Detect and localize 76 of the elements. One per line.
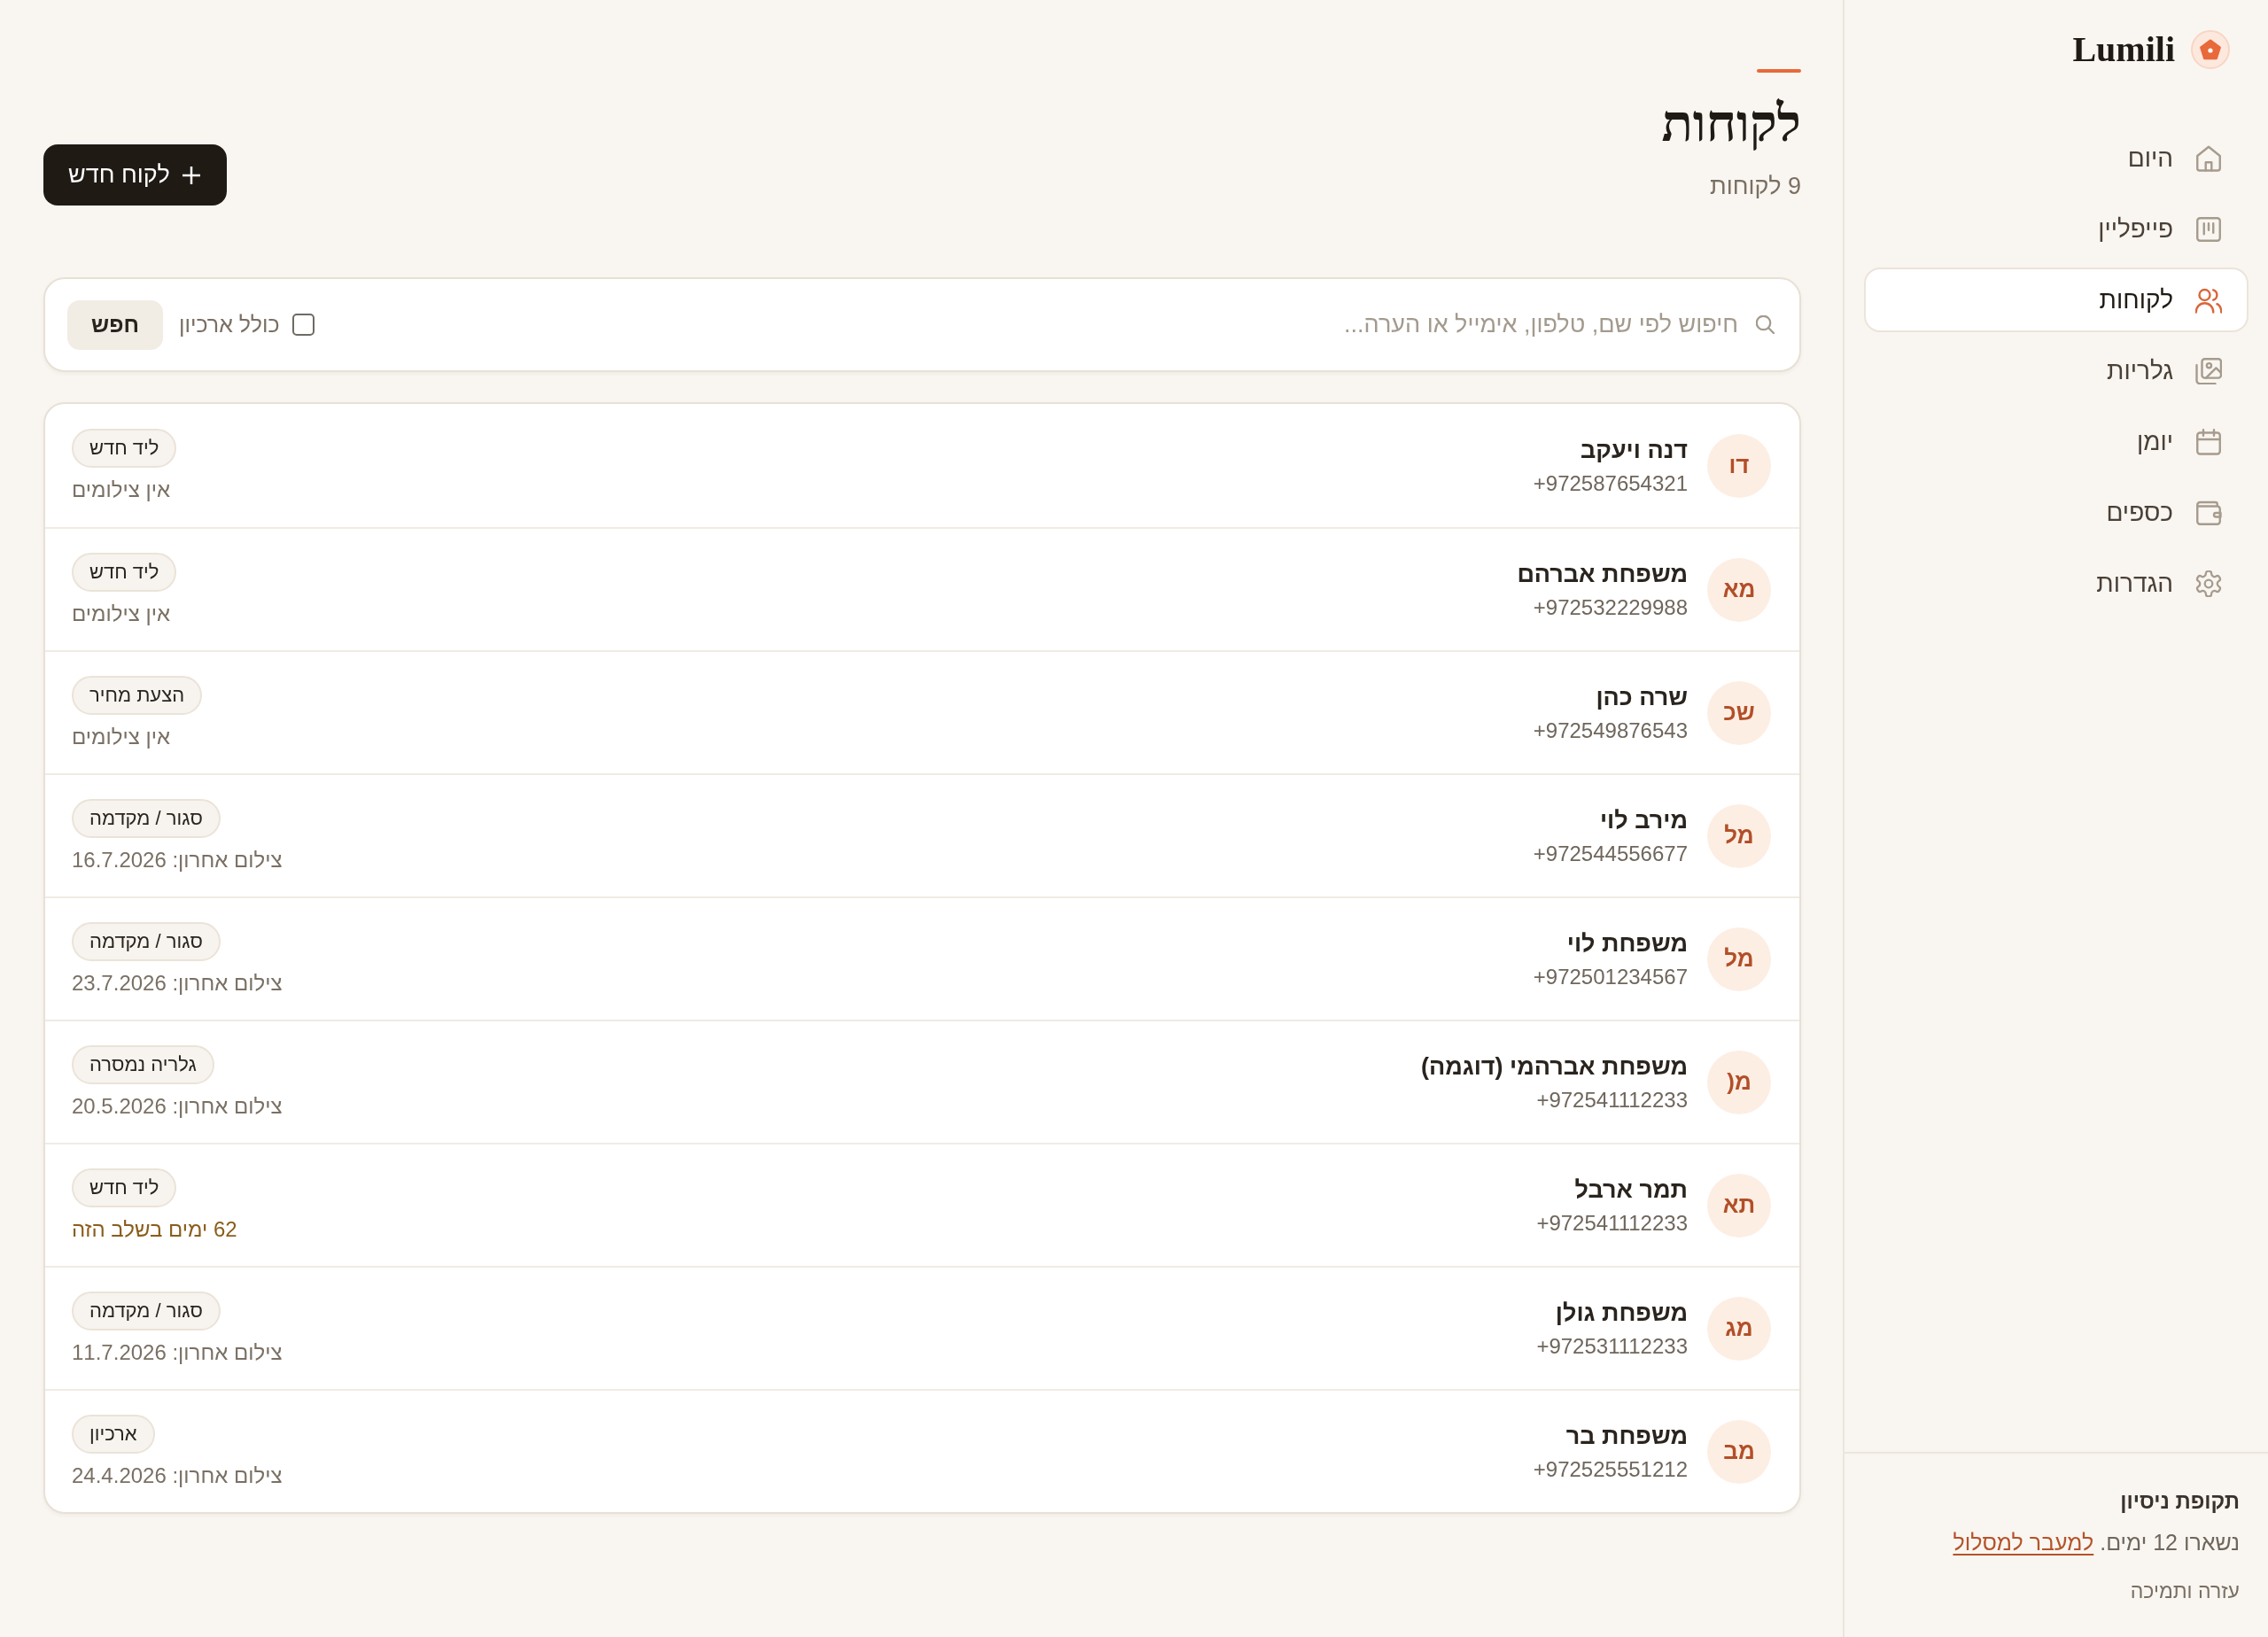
search-icon: [1756, 315, 1775, 334]
stage-tag: ליד חדש: [72, 552, 177, 592]
nav-item[interactable]: יומן: [1864, 409, 2249, 474]
client-phone: +972525551212: [1533, 1455, 1688, 1483]
accent-bar: [1757, 69, 1801, 73]
client-name[interactable]: תמר ארבל: [1574, 1174, 1688, 1205]
initials-avatar: מא: [1707, 557, 1771, 622]
stage-tag: סגור / מקדמה: [72, 1291, 221, 1331]
initials-avatar: מל: [1707, 927, 1771, 991]
stage-tag: ליד חדש: [72, 1168, 177, 1207]
stage-tag: הצעת מחיר: [72, 675, 203, 715]
help-link[interactable]: עזרה ותמיכה: [1862, 1578, 2240, 1604]
users-icon: [2195, 286, 2222, 314]
checkbox-label[interactable]: כולל ארכיון: [178, 312, 280, 337]
client-name[interactable]: משפחת אברהמי (דוגמה): [1420, 1051, 1688, 1082]
initials-avatar: מג: [1707, 1296, 1771, 1361]
checkbox[interactable]: [291, 314, 315, 336]
nav-item[interactable]: גלריות: [1864, 338, 2249, 403]
client-note: צילום אחרון: 23.7.2026: [72, 969, 283, 997]
client-note: אין צילומים: [72, 600, 170, 627]
search-button[interactable]: חפש: [67, 299, 163, 350]
client-phone: +972531112233: [1536, 1332, 1688, 1360]
upgrade-link[interactable]: למעבר למסלול: [1953, 1530, 2094, 1555]
stage-tag: ארכיון: [72, 1414, 155, 1454]
brand-name: Lumili: [2072, 30, 2175, 69]
client-name[interactable]: מירב לוי: [1599, 804, 1688, 835]
client-name[interactable]: משפחת בר: [1565, 1420, 1688, 1451]
initials-avatar: מב: [1707, 1419, 1771, 1484]
stage-tag: סגור / מקדמה: [72, 921, 221, 961]
nav-item[interactable]: כספים: [1864, 480, 2249, 545]
logo-icon: [2191, 30, 2230, 69]
client-note: צילום אחרון: 16.7.2026: [72, 846, 283, 873]
calendar-icon: [2195, 428, 2222, 455]
client-note: צילום אחרון: 11.7.2026: [72, 1338, 283, 1366]
search-bar[interactable]: חיפוש לפי שם, טלפון, אימייל או הערה... כולל ארכיון חפש: [43, 277, 1801, 372]
client-name[interactable]: משפחת לוי: [1566, 927, 1688, 958]
client-phone: +972541112233: [1536, 1086, 1688, 1113]
settings-icon: [2195, 570, 2222, 597]
nav-item[interactable]: הגדרות: [1864, 551, 2249, 616]
initials-avatar: תא: [1707, 1173, 1771, 1237]
wallet-icon: [2195, 499, 2222, 526]
client-note: צילום אחרון: 24.4.2026: [72, 1462, 283, 1489]
initials-avatar: מ(: [1707, 1050, 1771, 1114]
client-note: אין צילומים: [72, 723, 170, 750]
page-title: לקוחות: [1661, 94, 1801, 154]
client-phone: +972544556677: [1533, 840, 1688, 867]
client-name[interactable]: שרה כהן: [1596, 681, 1688, 712]
client-name[interactable]: משפחת גולן: [1555, 1297, 1688, 1328]
new-client-button[interactable]: לקוח חדש: [43, 144, 227, 206]
client-count: 9 לקוחות: [1710, 172, 1801, 201]
plus-icon: [182, 166, 200, 184]
stage-tag: סגור / מקדמה: [72, 798, 221, 838]
client-name[interactable]: דנה ויעקב: [1580, 434, 1688, 465]
nav-item[interactable]: לקוחות: [1864, 268, 2249, 332]
images-icon: [2195, 357, 2222, 384]
client-note: אין צילומים: [72, 476, 170, 503]
initials-avatar: שכ: [1707, 680, 1771, 745]
client-name[interactable]: משפחת אברהם: [1517, 558, 1688, 589]
stage-tag: ליד חדש: [72, 428, 177, 468]
nav-item[interactable]: פייפליין: [1864, 197, 2249, 261]
client-phone: +972501234567: [1533, 963, 1688, 990]
trial-title: תקופת ניסיון: [2119, 1488, 2240, 1515]
client-phone: +972541112233: [1536, 1209, 1688, 1237]
client-phone: +972549876543: [1533, 717, 1688, 744]
home-icon: [2195, 144, 2222, 172]
client-phone: +972587654321: [1533, 469, 1688, 497]
nav-item[interactable]: היום: [1864, 126, 2249, 190]
kanban-icon: [2195, 215, 2222, 243]
search-field[interactable]: חיפוש לפי שם, טלפון, אימייל או הערה...: [349, 304, 1740, 345]
initials-avatar: מל: [1707, 803, 1771, 868]
trial-text: נשארו 12 ימים. למעבר למסלול: [1952, 1529, 2240, 1556]
client-note: צילום אחרון: 20.5.2026: [72, 1092, 283, 1120]
client-phone: +972532229988: [1533, 594, 1688, 621]
initials-avatar: דו: [1707, 433, 1771, 498]
stage-tag: גלריה נמסרה: [72, 1044, 214, 1084]
client-note: 62 ימים בשלב הזה: [72, 1215, 237, 1243]
